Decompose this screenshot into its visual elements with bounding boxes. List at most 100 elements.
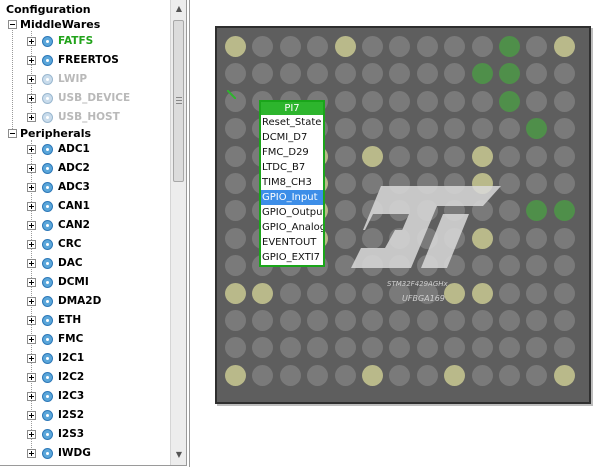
chip-pin[interactable] (389, 63, 411, 85)
chip-pin[interactable] (389, 310, 411, 331)
chip-pin[interactable] (279, 364, 301, 386)
chip-pin[interactable] (362, 310, 383, 331)
chip-pin[interactable] (307, 337, 329, 359)
chip-pin[interactable] (225, 227, 246, 249)
expand-icon[interactable] (27, 334, 36, 344)
pin-context-menu[interactable]: PI7 Reset_State DCMI_D7 FMC_D29 LTDC_B7 TIM8… (259, 100, 325, 267)
tree-item-i2c2[interactable]: I2C2 (27, 368, 84, 386)
chip-pin[interactable] (553, 63, 575, 85)
chip-pin[interactable] (471, 145, 493, 167)
chip-pin[interactable] (225, 255, 246, 277)
scroll-up-arrow-icon[interactable]: ▲ (173, 3, 185, 15)
chip-pin[interactable] (416, 310, 438, 331)
chip-pin[interactable] (362, 63, 383, 85)
tree-item-lwip[interactable]: LWIP (27, 70, 87, 88)
expand-icon[interactable] (27, 93, 36, 103)
expand-icon[interactable] (27, 112, 36, 122)
tree-category-middlewares[interactable]: MiddleWares (8, 15, 100, 33)
chip-pin[interactable] (279, 337, 301, 359)
chip-pin[interactable] (471, 310, 493, 331)
chip-pin[interactable] (499, 200, 520, 222)
chip-pin[interactable] (334, 36, 356, 57)
tree-item-dcmi[interactable]: DCMI (27, 273, 89, 291)
chip-pin[interactable] (389, 145, 411, 167)
expand-icon[interactable] (27, 163, 36, 173)
chip-pin[interactable] (334, 145, 356, 167)
chip-pin[interactable] (307, 282, 329, 304)
pin-menu-item[interactable]: GPIO_EXTI7 (261, 250, 323, 265)
tree-item-fatfs[interactable]: FATFS (27, 32, 93, 50)
pin-menu-item[interactable]: EVENTOUT (261, 235, 323, 250)
chip-pin[interactable] (334, 282, 356, 304)
expand-icon[interactable] (27, 410, 36, 420)
chip-pin[interactable] (444, 36, 466, 57)
chip-pin[interactable] (362, 282, 383, 304)
chip-pin[interactable] (553, 310, 575, 331)
chip-pin[interactable] (499, 282, 520, 304)
chip-pin[interactable] (416, 337, 438, 359)
expand-icon[interactable] (27, 182, 36, 192)
expand-icon[interactable] (27, 74, 36, 84)
chip-pin[interactable] (526, 255, 548, 277)
pin-menu-item[interactable]: LTDC_B7 (261, 160, 323, 175)
chip-pin[interactable] (334, 310, 356, 331)
chip-pin[interactable] (553, 90, 575, 112)
chip-pin[interactable] (553, 118, 575, 140)
chip-pin[interactable] (252, 282, 274, 304)
chip-pin[interactable] (471, 282, 493, 304)
tree-item-usb-device[interactable]: USB_DEVICE (27, 89, 130, 107)
chip-pin[interactable] (471, 118, 493, 140)
chip-pin[interactable] (444, 90, 466, 112)
chip-pin[interactable] (307, 310, 329, 331)
chip-pin[interactable] (334, 364, 356, 386)
chip-pin[interactable] (471, 364, 493, 386)
chip-pin[interactable] (499, 337, 520, 359)
collapse-icon[interactable] (8, 19, 17, 29)
chip-pin[interactable] (362, 118, 383, 140)
expand-icon[interactable] (27, 448, 36, 458)
chip-pin[interactable] (526, 36, 548, 57)
tree-item-adc1[interactable]: ADC1 (27, 140, 90, 158)
expand-icon[interactable] (27, 258, 36, 268)
chip-pin[interactable] (553, 337, 575, 359)
chip-pin[interactable] (225, 145, 246, 167)
chip-pin[interactable] (334, 118, 356, 140)
expand-icon[interactable] (27, 391, 36, 401)
chip-pin[interactable] (362, 36, 383, 57)
pin-menu-item[interactable]: DCMI_D7 (261, 130, 323, 145)
chip-pin[interactable] (225, 364, 246, 386)
chip-pin[interactable] (471, 90, 493, 112)
tree-item-i2s2[interactable]: I2S2 (27, 406, 84, 424)
chip-pin[interactable] (471, 36, 493, 57)
chip-pin[interactable] (416, 364, 438, 386)
tree-item-eth[interactable]: ETH (27, 311, 81, 329)
tree-scrollbar[interactable]: ▲ ▼ (170, 0, 186, 465)
chip-pin[interactable] (225, 337, 246, 359)
chip-pin[interactable] (444, 337, 466, 359)
expand-icon[interactable] (27, 429, 36, 439)
chip-pin[interactable] (252, 63, 274, 85)
expand-icon[interactable] (27, 36, 36, 46)
pin-menu-item[interactable]: GPIO_Analog (261, 220, 323, 235)
chip-pin[interactable] (362, 145, 383, 167)
chip-pin[interactable] (279, 282, 301, 304)
chip-pin[interactable] (307, 36, 329, 57)
chip-pin[interactable] (553, 173, 575, 194)
expand-icon[interactable] (27, 353, 36, 363)
chip-pin[interactable] (416, 63, 438, 85)
chip-pin[interactable] (279, 63, 301, 85)
chip-pin[interactable] (225, 282, 246, 304)
tree-item-fmc[interactable]: FMC (27, 330, 83, 348)
chip-pin[interactable] (526, 90, 548, 112)
pinout-view[interactable]: STM32F429AGHx UFBGA169 PI7 Reset_State DC… (189, 0, 615, 467)
expand-icon[interactable] (27, 239, 36, 249)
chip-pin[interactable] (252, 337, 274, 359)
chip-pin[interactable] (416, 90, 438, 112)
chip-pin[interactable] (252, 36, 274, 57)
chip-pin[interactable] (416, 36, 438, 57)
scroll-down-arrow-icon[interactable]: ▼ (173, 449, 185, 461)
chip-pin[interactable] (416, 145, 438, 167)
chip-pin[interactable] (307, 364, 329, 386)
chip-pin[interactable] (526, 227, 548, 249)
chip-pin[interactable] (362, 90, 383, 112)
